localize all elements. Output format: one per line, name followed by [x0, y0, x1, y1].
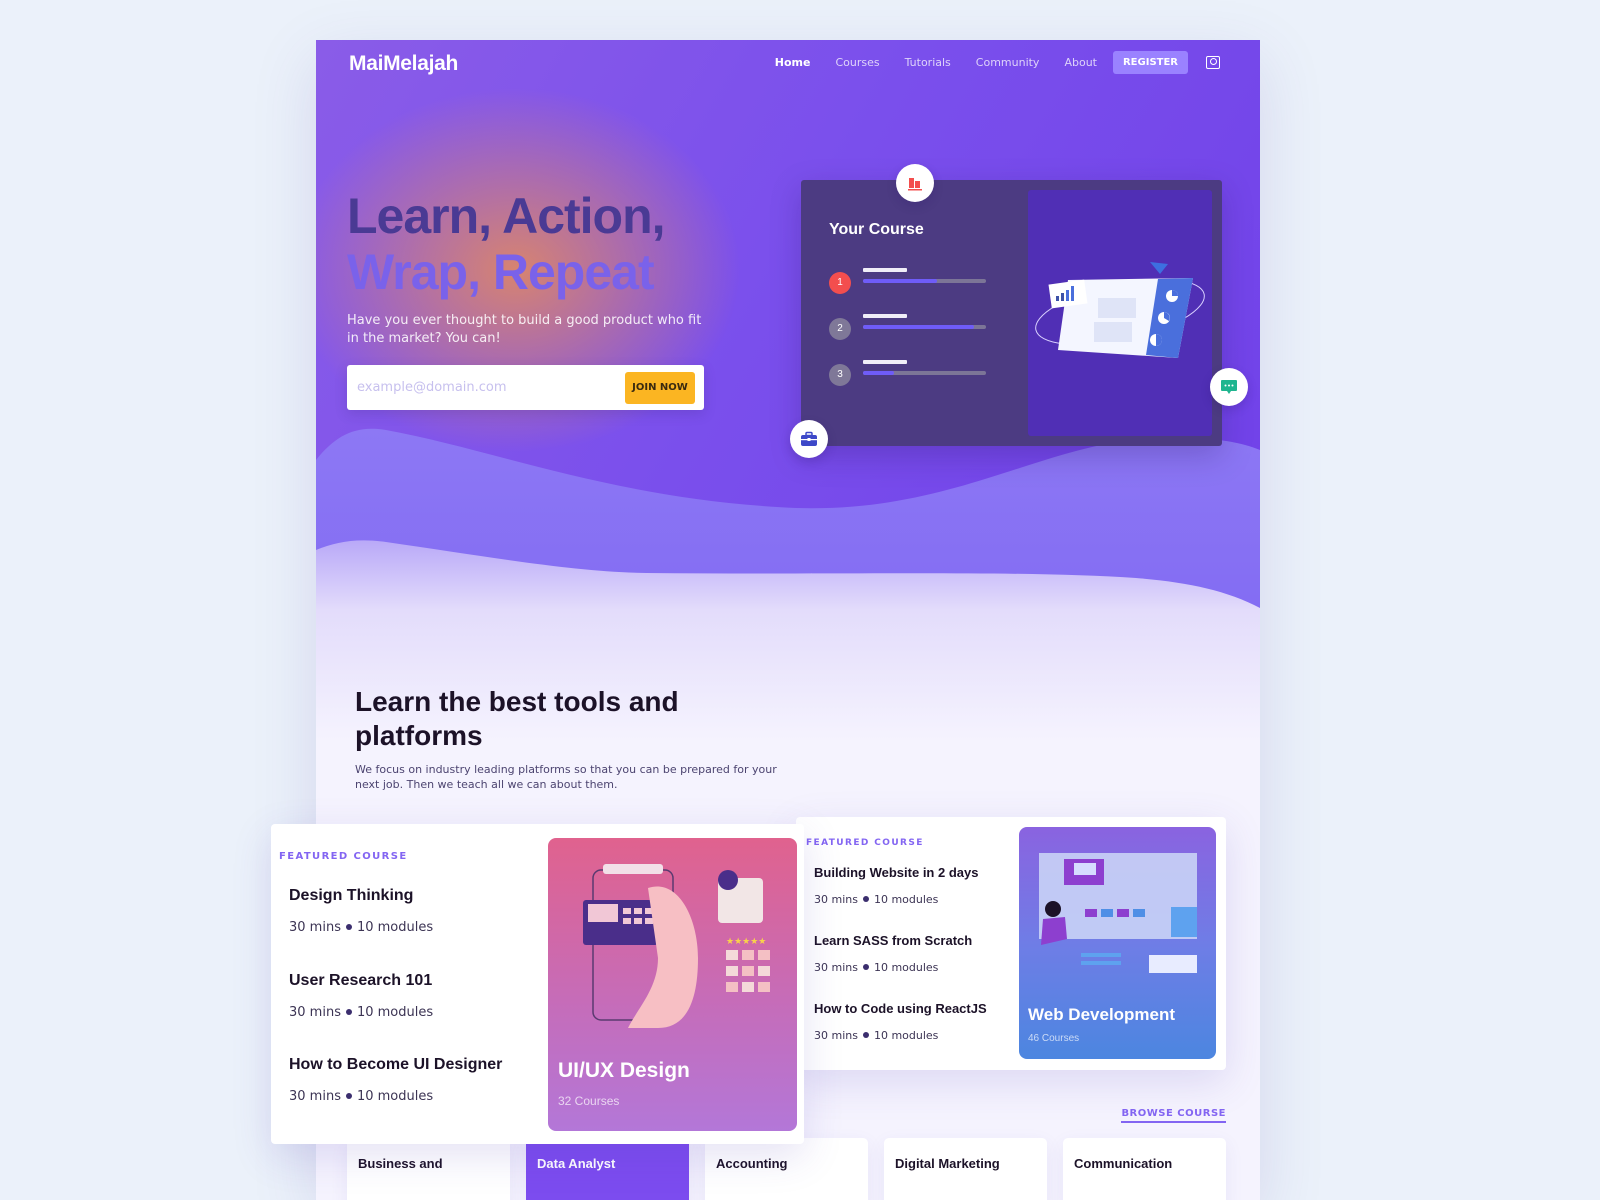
category-tile[interactable]: Accounting	[705, 1138, 868, 1200]
course-duration: 30 mins	[289, 920, 341, 935]
category-tile-label: Accounting	[716, 1156, 788, 1171]
course-meta: 30 mins 10 modules	[814, 961, 938, 974]
register-button[interactable]: REGISTER	[1112, 51, 1188, 74]
course-title[interactable]: Building Website in 2 days	[814, 865, 978, 880]
category-tile[interactable]: Data Analyst	[526, 1138, 689, 1200]
progress-fill	[863, 325, 974, 329]
course-card-title: Your Course	[829, 221, 924, 238]
course-duration: 30 mins	[814, 961, 858, 974]
headline-line-1: Learn, Action,	[347, 188, 666, 244]
separator-dot	[345, 923, 352, 930]
course-duration: 30 mins	[814, 893, 858, 906]
category-tile[interactable]: Business and	[347, 1138, 510, 1200]
nav-about[interactable]: About	[1064, 56, 1097, 69]
category-tile[interactable]: Communication	[1063, 1138, 1226, 1200]
course-label-placeholder	[863, 314, 907, 318]
course-progress-row[interactable]: 2	[829, 314, 989, 340]
separator-dot	[345, 1092, 352, 1099]
category-tile-label: Business and	[358, 1156, 443, 1171]
hero-subtitle: Have you ever thought to build a good pr…	[347, 313, 702, 346]
course-number: 2	[829, 318, 851, 340]
course-progress-row[interactable]: 3	[829, 360, 989, 386]
progress-fill	[863, 371, 894, 375]
course-number: 1	[829, 272, 851, 294]
nav-courses[interactable]: Courses	[835, 56, 879, 69]
category-name: UI/UX Design	[558, 1059, 690, 1082]
course-title[interactable]: Learn SASS from Scratch	[814, 933, 972, 948]
course-modules: 10 modules	[356, 920, 434, 935]
course-meta: 30 mins 10 modules	[814, 893, 938, 906]
signup-form: JOIN NOW	[347, 365, 704, 410]
course-modules: 10 modules	[356, 1005, 434, 1020]
course-progress-row[interactable]: 1	[829, 268, 989, 294]
web-dev-illustration	[1039, 853, 1197, 973]
featured-label: FEATURED COURSE	[279, 851, 408, 862]
featured-course-panel-design: FEATURED COURSE Design Thinking 30 mins 1…	[271, 824, 804, 1144]
course-title[interactable]: How to Become UI Designer	[289, 1056, 502, 1074]
featured-label: FEATURED COURSE	[806, 838, 924, 848]
your-course-card: Your Course 1 2 3	[801, 180, 1222, 446]
category-tile-label: Digital Marketing	[895, 1156, 1000, 1171]
hero-section: MaiMelajah Home Courses Tutorials Commun…	[316, 40, 1260, 740]
course-title[interactable]: Design Thinking	[289, 887, 413, 905]
course-modules: 10 modules	[873, 1029, 939, 1042]
briefcase-button[interactable]	[790, 420, 828, 458]
category-tile-label: Data Analyst	[537, 1156, 616, 1171]
user-profile-icon[interactable]	[1206, 56, 1220, 69]
separator-dot	[862, 896, 869, 902]
course-meta: 30 mins 10 modules	[814, 1029, 938, 1042]
course-label-placeholder	[863, 268, 907, 272]
uiux-illustration: ★★★★★	[583, 864, 770, 1028]
category-count: 46 Courses	[1028, 1033, 1080, 1044]
headline-line-2: Wrap, Repeat	[347, 244, 655, 300]
progress-track	[863, 279, 986, 283]
chat-icon	[1221, 380, 1237, 394]
course-title[interactable]: User Research 101	[289, 972, 432, 990]
course-modules: 10 modules	[873, 893, 939, 906]
category-card-web-development[interactable]: Web Development 46 Courses	[1019, 827, 1216, 1059]
separator-dot	[862, 1032, 869, 1038]
course-title[interactable]: How to Code using ReactJS	[814, 1001, 987, 1016]
separator-dot	[345, 1008, 352, 1015]
email-input[interactable]	[347, 380, 625, 395]
course-duration: 30 mins	[814, 1029, 858, 1042]
progress-track	[863, 371, 986, 375]
dashboard-graphic	[1035, 262, 1205, 358]
course-label-placeholder	[863, 360, 907, 364]
category-card-uiux-design[interactable]: ★★★★★ UI/UX Design 32 Courses	[548, 838, 797, 1131]
featured-course-panel-web: FEATURED COURSE Building Website in 2 da…	[796, 817, 1226, 1070]
svg-text:★★★★★: ★★★★★	[726, 936, 766, 946]
nav-tutorials[interactable]: Tutorials	[905, 56, 951, 69]
bar-chart-icon	[908, 178, 922, 191]
course-meta: 30 mins 10 modules	[289, 920, 433, 935]
course-duration: 30 mins	[289, 1005, 341, 1020]
category-name: Web Development	[1028, 1005, 1176, 1024]
nav-community[interactable]: Community	[976, 56, 1040, 69]
course-meta: 30 mins 10 modules	[289, 1089, 433, 1104]
separator-dot	[862, 964, 869, 970]
browse-course-link[interactable]: BROWSE COURSE	[1121, 1108, 1226, 1123]
category-count: 32 Courses	[558, 1094, 620, 1108]
dashboard-illustration	[1028, 190, 1212, 436]
briefcase-icon	[801, 431, 817, 446]
section-title: Learn the best tools and platforms	[355, 686, 679, 751]
main-nav: Home Courses Tutorials Community About R…	[750, 51, 1220, 74]
join-now-button[interactable]: JOIN NOW	[625, 371, 695, 404]
category-tile-label: Communication	[1074, 1156, 1173, 1171]
course-modules: 10 modules	[356, 1089, 434, 1104]
progress-fill	[863, 279, 937, 283]
hero-headline: Learn, Action, Wrap, Repeat	[347, 188, 666, 300]
course-duration: 30 mins	[289, 1089, 341, 1104]
chat-button[interactable]	[1210, 368, 1248, 406]
nav-home[interactable]: Home	[775, 56, 811, 69]
section-description: We focus on industry leading platforms s…	[355, 763, 777, 791]
course-number: 3	[829, 364, 851, 386]
course-meta: 30 mins 10 modules	[289, 1005, 433, 1020]
logo[interactable]: MaiMelajah	[349, 52, 458, 76]
bar-chart-button[interactable]	[896, 164, 934, 202]
progress-track	[863, 325, 986, 329]
category-tile[interactable]: Digital Marketing	[884, 1138, 1047, 1200]
course-modules: 10 modules	[873, 961, 939, 974]
